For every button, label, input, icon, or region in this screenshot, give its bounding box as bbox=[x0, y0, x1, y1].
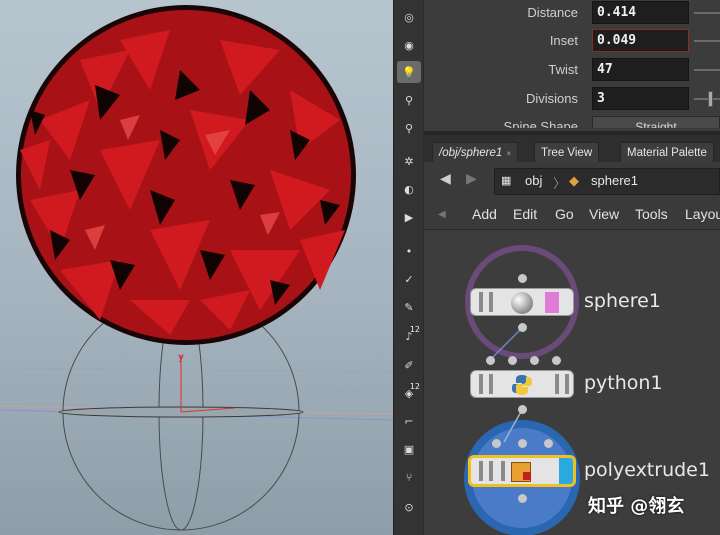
python1-input-1[interactable] bbox=[486, 356, 495, 365]
node-label: polyextrude1 bbox=[584, 459, 710, 481]
param-label: Twist bbox=[548, 62, 578, 77]
point-icon[interactable]: • bbox=[397, 240, 421, 262]
tab-label: Tree View bbox=[541, 147, 593, 159]
breadcrumb-obj[interactable]: obj bbox=[525, 173, 542, 188]
scene-viewport[interactable]: y bbox=[0, 0, 393, 535]
node-label: sphere1 bbox=[584, 290, 661, 312]
select-tool-icon[interactable]: ◎ bbox=[397, 6, 421, 28]
param-inset: Inset 0.049 bbox=[424, 28, 720, 54]
handle-icon[interactable]: ♪ 12 bbox=[397, 325, 421, 347]
twist-field[interactable]: 47 bbox=[592, 58, 689, 81]
menu-view[interactable]: View bbox=[589, 206, 619, 222]
menu-tools[interactable]: Tools bbox=[635, 206, 668, 222]
distance-field[interactable]: 0.414 bbox=[592, 1, 689, 24]
polyextrude1-output[interactable] bbox=[518, 494, 527, 503]
polyextrude1-input-2[interactable] bbox=[518, 439, 527, 448]
path-bar: ◀ ▶ ▦ obj 〉 ◆ sphere1 bbox=[424, 162, 720, 200]
node-label: python1 bbox=[584, 372, 663, 394]
breadcrumb-separator-icon: 〉 bbox=[553, 176, 567, 191]
bounding-box-icon[interactable]: ▣ bbox=[397, 438, 421, 460]
menu-layout[interactable]: Layout bbox=[685, 206, 720, 222]
node-sphere1[interactable] bbox=[470, 288, 574, 316]
menu-add[interactable]: Add bbox=[472, 206, 497, 222]
python1-output[interactable] bbox=[518, 405, 527, 414]
close-icon[interactable]: × bbox=[506, 149, 511, 158]
sphere-node-icon bbox=[511, 292, 533, 314]
param-divisions: Divisions 3 bbox=[424, 86, 720, 112]
view-tool-icon[interactable]: ◉ bbox=[397, 34, 421, 56]
paint-icon[interactable]: ✓ bbox=[397, 268, 421, 290]
pen-icon[interactable]: ✎ bbox=[397, 296, 421, 318]
sphere1-input[interactable] bbox=[518, 274, 527, 283]
polyextrude1-input-3[interactable] bbox=[544, 439, 553, 448]
divisions-field[interactable]: 3 bbox=[592, 87, 689, 110]
extruded-sphere bbox=[16, 5, 356, 345]
camera-icon[interactable]: ◐ bbox=[397, 178, 421, 200]
network-menu-bar: ◀ Add Edit Go View Tools Layout bbox=[424, 200, 720, 230]
pose-tool-icon[interactable]: ⚲ bbox=[397, 117, 421, 139]
back-arrow-icon[interactable]: ◀ bbox=[440, 171, 451, 187]
lightbulb-plus-icon[interactable]: ⚲ bbox=[397, 89, 421, 111]
python1-input-3[interactable] bbox=[530, 356, 539, 365]
distance-slider[interactable] bbox=[694, 12, 720, 14]
param-label: Divisions bbox=[525, 91, 578, 106]
light-tool-icon[interactable]: 💡 bbox=[397, 61, 421, 83]
brush-icon[interactable]: ✐ bbox=[397, 354, 421, 376]
tab-tree-view[interactable]: Tree View bbox=[534, 142, 600, 164]
param-distance: Distance 0.414 bbox=[424, 0, 720, 26]
layers-icon[interactable]: ◈ 12 bbox=[397, 382, 421, 404]
template-flag[interactable] bbox=[545, 292, 559, 313]
record-icon[interactable]: ⊙ bbox=[397, 496, 421, 518]
menu-edit[interactable]: Edit bbox=[513, 206, 537, 222]
divisions-slider[interactable] bbox=[694, 98, 720, 100]
divisions-slider-handle[interactable] bbox=[708, 91, 713, 107]
twist-slider[interactable] bbox=[694, 69, 720, 71]
display-flag[interactable] bbox=[559, 458, 573, 484]
polyextrude-badge bbox=[523, 472, 531, 480]
menu-go[interactable]: Go bbox=[555, 206, 574, 222]
tab-label: /obj/sphere1 bbox=[439, 147, 503, 159]
tab-label: Material Palette bbox=[627, 147, 707, 159]
sphere1-output[interactable] bbox=[518, 323, 527, 332]
shelf-number-2: 12 bbox=[409, 382, 420, 391]
path-breadcrumb: ▦ obj 〉 ◆ sphere1 bbox=[494, 168, 720, 195]
node-python1[interactable] bbox=[470, 370, 574, 398]
pane-tabs: /obj/sphere1 × Tree View Material Palette bbox=[424, 131, 720, 164]
axis-y-label: y bbox=[178, 352, 184, 363]
tab-network-sphere1[interactable]: /obj/sphere1 × bbox=[432, 142, 518, 164]
polyextrude1-input-1[interactable] bbox=[492, 439, 501, 448]
inset-field[interactable]: 0.049 bbox=[592, 29, 689, 52]
spine-shape-dropdown[interactable]: Straight bbox=[592, 116, 720, 128]
render-view-icon[interactable]: ▶ bbox=[397, 206, 421, 228]
geometry-node-icon: ◆ bbox=[569, 173, 579, 188]
watermark: 知乎 @翎玄 bbox=[588, 496, 685, 517]
tab-material-palette[interactable]: Material Palette bbox=[620, 142, 714, 164]
param-label: Spine Shape bbox=[503, 119, 578, 128]
snapping-icon[interactable]: ✲ bbox=[397, 150, 421, 172]
forward-arrow-icon[interactable]: ▶ bbox=[466, 171, 477, 187]
param-twist: Twist 47 bbox=[424, 57, 720, 83]
param-label: Distance bbox=[527, 5, 578, 20]
breadcrumb-sphere1[interactable]: sphere1 bbox=[591, 173, 638, 188]
node-polyextrude1[interactable] bbox=[468, 455, 576, 487]
inset-slider[interactable] bbox=[694, 40, 720, 42]
menu-scroll-left-icon[interactable]: ◀ bbox=[438, 209, 446, 220]
parameter-editor: Distance 0.414 Inset 0.049 Twist 47 Divi… bbox=[424, 0, 720, 128]
viewport-canvas: y bbox=[0, 5, 393, 531]
shelf-number-1: 12 bbox=[409, 325, 420, 334]
param-label: Inset bbox=[549, 33, 578, 48]
right-panel: Distance 0.414 Inset 0.049 Twist 47 Divi… bbox=[424, 0, 720, 535]
python1-input-2[interactable] bbox=[508, 356, 517, 365]
tool-shelf: ◎ ◉ 💡 ⚲ ⚲ ✲ ◐ ▶ • ✓ ✎ ♪ 12 ✐ ◈ 12 ⌐ ▣ ⑂ ⊙ bbox=[393, 0, 424, 535]
obj-context-icon: ▦ bbox=[501, 175, 512, 187]
curve-icon[interactable]: ⌐ bbox=[397, 410, 421, 432]
python1-input-4[interactable] bbox=[552, 356, 561, 365]
python-icon bbox=[512, 375, 532, 395]
network-editor[interactable]: sphere1 python1 polyextrude1 bbox=[424, 232, 720, 535]
branch-icon[interactable]: ⑂ bbox=[397, 466, 421, 488]
param-spine-shape: Spine Shape Straight bbox=[424, 114, 720, 128]
